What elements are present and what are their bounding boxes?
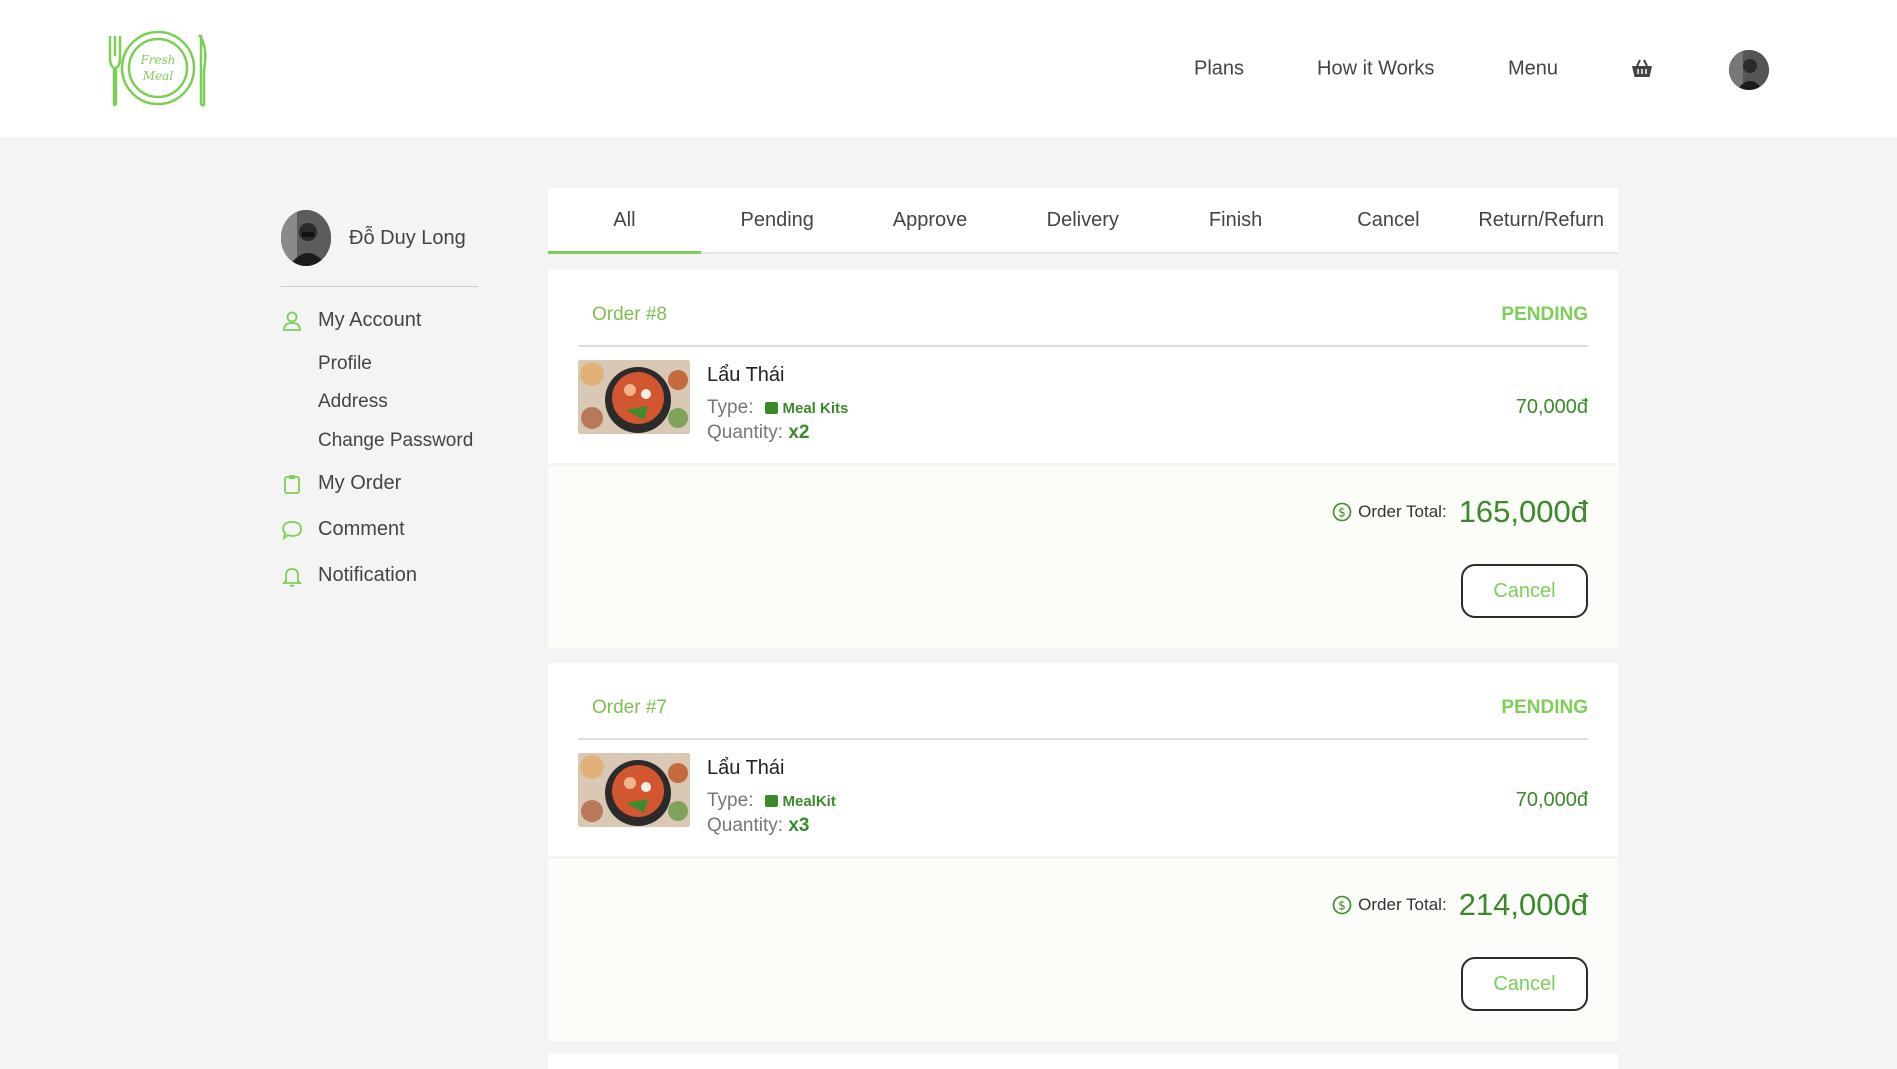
sidebar-item-comment[interactable]: Comment bbox=[281, 518, 405, 541]
sidebar-item-my-order[interactable]: My Order bbox=[281, 472, 401, 495]
item-thumbnail[interactable] bbox=[578, 753, 690, 827]
item-price: 70,000đ bbox=[1515, 789, 1588, 811]
tab-approve[interactable]: Approve bbox=[854, 188, 1007, 252]
status-badge: PENDING bbox=[1501, 304, 1588, 325]
svg-text:Fresh: Fresh bbox=[139, 53, 175, 67]
dollar-circle-icon: $ bbox=[1332, 895, 1352, 915]
type-label: Type: bbox=[707, 790, 754, 811]
item-type: Type: Meal Kits bbox=[707, 397, 848, 419]
tab-return-refund[interactable]: Return/Refurn bbox=[1465, 188, 1618, 252]
type-value: MealKit bbox=[782, 792, 836, 810]
order-total-value: 165,000đ bbox=[1458, 494, 1588, 529]
status-badge: PENDING bbox=[1501, 697, 1588, 718]
item-thumbnail[interactable] bbox=[578, 360, 690, 434]
order-status-tabs: All Pending Approve Delivery Finish Canc… bbox=[548, 188, 1618, 254]
svg-text:$: $ bbox=[1338, 506, 1346, 520]
bag-icon bbox=[765, 795, 779, 807]
quantity-value: x2 bbox=[788, 422, 810, 443]
sidebar-item-label: My Account bbox=[318, 309, 422, 331]
order-id: Order #8 bbox=[592, 304, 667, 325]
item-quantity: Quantity: x3 bbox=[707, 815, 809, 837]
order-divider bbox=[578, 738, 1588, 740]
type-badge: MealKit bbox=[765, 792, 836, 810]
nav-plans[interactable]: Plans bbox=[1194, 58, 1244, 81]
user-icon bbox=[283, 311, 301, 331]
type-badge: Meal Kits bbox=[765, 400, 848, 417]
fresh-meal-logo[interactable]: Fresh Meal bbox=[104, 28, 212, 108]
quantity-label: Quantity: bbox=[707, 422, 784, 443]
cancel-order-button[interactable]: Cancel bbox=[1461, 564, 1588, 618]
item-quantity: Quantity: x2 bbox=[707, 422, 809, 444]
item-name: Lẩu Thái bbox=[707, 757, 785, 779]
order-footer: $ Order Total: 214,000đ Cancel bbox=[548, 859, 1618, 1041]
order-card: Order #8 PENDING Lẩu Thái Type: Meal Kit… bbox=[548, 270, 1618, 463]
sidebar-item-my-account[interactable]: My Account bbox=[281, 309, 421, 332]
quantity-label: Quantity: bbox=[707, 815, 784, 836]
tab-cancel[interactable]: Cancel bbox=[1312, 188, 1465, 252]
order-divider bbox=[578, 345, 1588, 347]
account-sidebar: Đỗ Duy Long My Account Profile Address C… bbox=[281, 208, 478, 587]
sidebar-item-address[interactable]: Address bbox=[318, 391, 388, 413]
type-value: Meal Kits bbox=[782, 399, 849, 417]
svg-text:$: $ bbox=[1338, 899, 1346, 913]
order-total-label: Order Total: bbox=[1358, 895, 1447, 914]
order-id: Order #7 bbox=[592, 697, 667, 718]
nav-how-it-works[interactable]: How it Works bbox=[1317, 58, 1434, 81]
user-avatar[interactable] bbox=[1729, 50, 1769, 90]
clipboard-icon bbox=[284, 474, 300, 494]
dollar-circle-icon: $ bbox=[1332, 502, 1352, 522]
avatar-photo-icon bbox=[281, 210, 331, 266]
sidebar-item-label: Notification bbox=[318, 564, 417, 586]
cancel-order-button[interactable]: Cancel bbox=[1461, 957, 1588, 1011]
sidebar-user-name: Đỗ Duy Long bbox=[349, 226, 466, 249]
order-card-partial bbox=[548, 1054, 1618, 1069]
hotpot-image-icon bbox=[578, 753, 690, 827]
order-total-row: $ Order Total: 214,000đ bbox=[1332, 887, 1588, 923]
sidebar-avatar bbox=[281, 210, 331, 266]
avatar-photo-icon bbox=[1729, 50, 1769, 90]
item-name: Lẩu Thái bbox=[707, 364, 785, 386]
type-label: Type: bbox=[707, 397, 754, 418]
sidebar-divider bbox=[281, 286, 478, 287]
sidebar-item-notification[interactable]: Notification bbox=[281, 564, 417, 587]
hotpot-image-icon bbox=[578, 360, 690, 434]
item-type: Type: MealKit bbox=[707, 790, 836, 812]
basket-icon[interactable] bbox=[1630, 57, 1654, 81]
tab-all[interactable]: All bbox=[548, 188, 701, 254]
item-price: 70,000đ bbox=[1515, 396, 1588, 418]
sidebar-user: Đỗ Duy Long bbox=[281, 208, 478, 268]
order-total-label: Order Total: bbox=[1358, 502, 1447, 521]
bell-icon bbox=[281, 567, 303, 587]
nav-menu[interactable]: Menu bbox=[1508, 58, 1558, 81]
tab-delivery[interactable]: Delivery bbox=[1006, 188, 1159, 252]
sidebar-item-profile[interactable]: Profile bbox=[318, 353, 372, 375]
sidebar-item-label: My Order bbox=[318, 472, 402, 494]
sidebar-item-change-password[interactable]: Change Password bbox=[318, 430, 473, 452]
tab-finish[interactable]: Finish bbox=[1159, 188, 1312, 252]
order-footer: $ Order Total: 165,000đ Cancel bbox=[548, 466, 1618, 648]
tab-pending[interactable]: Pending bbox=[701, 188, 854, 252]
order-card: Order #7 PENDING Lẩu Thái Type: MealKit … bbox=[548, 663, 1618, 856]
quantity-value: x3 bbox=[788, 815, 810, 836]
order-total-value: 214,000đ bbox=[1458, 887, 1588, 922]
chat-bubble-icon bbox=[282, 520, 302, 540]
site-header: Fresh Meal Plans How it Works Menu bbox=[0, 0, 1897, 137]
svg-text:Meal: Meal bbox=[142, 69, 174, 83]
sidebar-item-label: Comment bbox=[318, 518, 405, 540]
order-total-row: $ Order Total: 165,000đ bbox=[1332, 494, 1588, 530]
bag-icon bbox=[765, 402, 779, 414]
